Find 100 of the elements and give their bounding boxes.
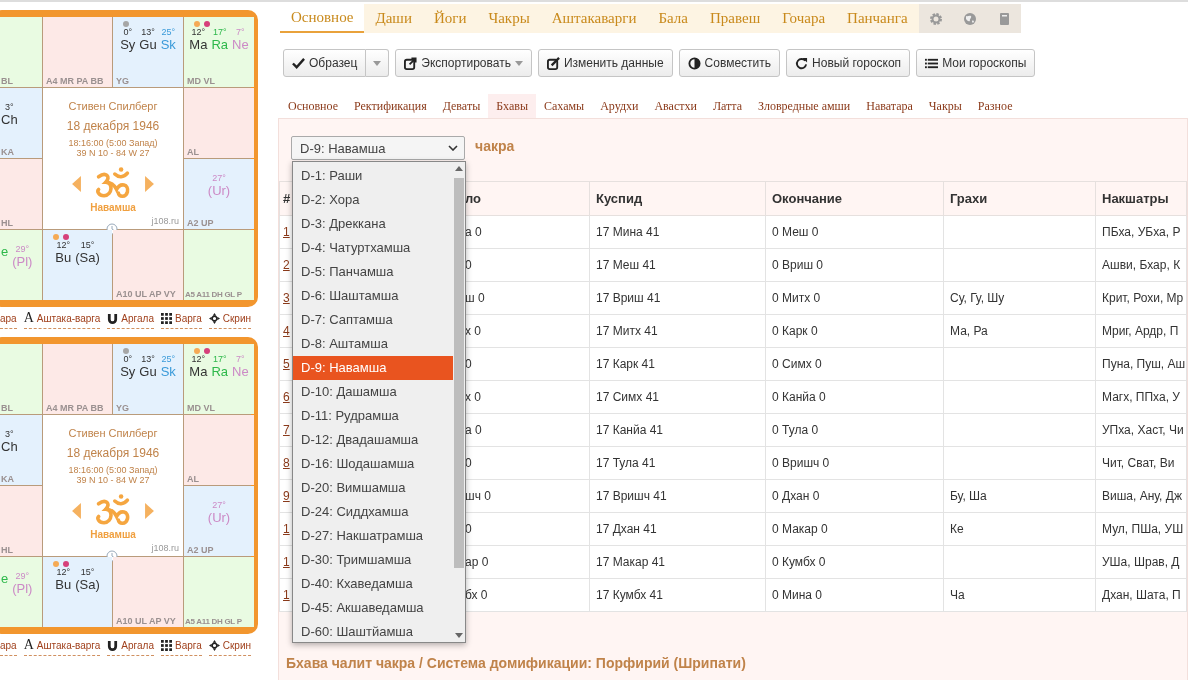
scrollbar[interactable] [453, 162, 465, 642]
row-number-link[interactable]: 3 [283, 291, 290, 305]
row-number-link[interactable]: 7 [283, 423, 290, 437]
varga-name: Навамша [90, 529, 136, 540]
row-number-link[interactable]: 1 [283, 588, 290, 602]
house-label: HL [1, 218, 13, 228]
dropdown-option[interactable]: D-6: Шаштамша [293, 284, 453, 308]
chart-tool-link[interactable]: ара [0, 637, 17, 656]
dropdown-option[interactable]: D-20: Вимшамша [293, 476, 453, 500]
house-label: A5 A11 DH GL P [185, 290, 242, 299]
dropdown-option[interactable]: D-4: Чатуртхамша [293, 236, 453, 260]
dropdown-option[interactable]: D-40: Кхаведамша [293, 572, 453, 596]
sub-tab[interactable]: Сахамы [536, 94, 593, 118]
previous-arrow-icon[interactable] [72, 176, 81, 192]
sub-tab[interactable]: Арудхи [592, 94, 647, 118]
row-number-link[interactable]: 4 [283, 324, 290, 338]
planet-degree: 12° [191, 27, 206, 37]
table-cell: Чит, Сват, Ви [1102, 456, 1175, 470]
house-label: A10 UL AP VY [116, 289, 176, 299]
planet-degree: 12° [56, 240, 71, 250]
toolbar-button[interactable]: Совместить [678, 49, 781, 77]
next-arrow-icon[interactable] [145, 176, 154, 192]
section-title: чакра [475, 137, 515, 156]
dropdown-option[interactable]: D-30: Тримшамша [293, 548, 453, 572]
house-label: A10 UL AP VY [116, 616, 176, 626]
dropdown-option[interactable]: D-9: Навамша [293, 356, 453, 380]
chart-tool-link[interactable]: ара [0, 310, 17, 329]
next-arrow-icon[interactable] [145, 503, 154, 519]
sub-tab[interactable]: Наватара [858, 94, 921, 118]
sub-tab[interactable]: Основное [280, 94, 346, 118]
sub-tab[interactable]: Зловредные амши [750, 94, 859, 118]
table-cell: Пуна, Пуш, Аш [1102, 357, 1186, 371]
planet-degree: 25° [161, 27, 176, 37]
toolbar-button[interactable]: Мои гороскопы [916, 49, 1036, 77]
dropdown-option[interactable]: D-45: Акшаведамша [293, 596, 453, 620]
chart-tool-link[interactable]: Скрин [208, 310, 252, 329]
row-number-link[interactable]: 6 [283, 390, 290, 404]
sub-tab[interactable]: Бхавы [488, 94, 536, 118]
dropdown-option[interactable]: D-10: Дашамша [293, 380, 453, 404]
check-icon [292, 56, 305, 70]
chart-tool-link[interactable]: Варга [160, 637, 202, 656]
sub-tab[interactable]: Деваты [434, 94, 489, 118]
planet-name: Sy [120, 37, 136, 52]
sub-tab[interactable]: Разное [969, 94, 1021, 118]
table-cell: 17 Вриш 41 [596, 291, 661, 305]
sub-tab[interactable]: Чакры [920, 94, 970, 118]
dropdown-option[interactable]: D-12: Двадашамша [293, 428, 453, 452]
planet-name: Sk [160, 364, 176, 379]
icon-tab[interactable] [918, 4, 953, 33]
chart-tool-link[interactable]: Аргала [107, 310, 154, 329]
sub-tab[interactable]: Авастхи [646, 94, 705, 118]
dropdown-option[interactable]: D-24: Сиддхамша [293, 500, 453, 524]
birth-time: 18:16:00 (5:00 Запад) [68, 138, 158, 148]
table-cell: 0 Вришч 0 [772, 456, 830, 470]
sub-tab[interactable]: Латта [704, 94, 751, 118]
dropdown-option[interactable]: D-27: Накшатрамша [293, 524, 453, 548]
chart-tool-link[interactable]: A Аштака-варга [23, 310, 101, 329]
dropdown-option[interactable]: D-11: Рудрамша [293, 404, 453, 428]
chart-tool-link[interactable]: Аргала [107, 637, 154, 656]
toolbar-button[interactable]: Изменить данные [537, 49, 673, 77]
chart-select[interactable]: D-9: Навамша [291, 136, 465, 160]
table-cell: Ча [950, 588, 965, 602]
planet-name: Bu [55, 250, 72, 265]
toolbar-button[interactable]: Образец [283, 49, 367, 77]
scroll-down-icon[interactable] [455, 633, 463, 638]
house-label: A2 UP [187, 218, 214, 228]
planet-name: Ch [1, 112, 18, 127]
chart-tool-link[interactable]: A Аштака-варга [23, 637, 101, 656]
row-number-link[interactable]: 9 [283, 489, 290, 503]
row-number-link[interactable]: 1 [283, 225, 290, 239]
house-label: KA [1, 474, 14, 484]
planet-name: Ne [232, 364, 249, 379]
toolbar-button[interactable]: Новый гороскоп [786, 49, 911, 77]
row-number-link[interactable]: 5 [283, 357, 290, 371]
icon-tab[interactable] [986, 4, 1021, 33]
dropdown-option[interactable]: D-5: Панчамша [293, 260, 453, 284]
dropdown-option[interactable]: D-8: Аштамша [293, 332, 453, 356]
toolbar-button[interactable]: Экспортировать [395, 49, 532, 77]
table-cell: 17 Симх 41 [596, 390, 659, 404]
house-label: MD VL [187, 403, 215, 413]
sub-tab[interactable]: Ректификация [346, 94, 435, 118]
chart-tool-link[interactable]: Варга [160, 310, 202, 329]
table-cell: Су, Гу, Шу [950, 291, 1005, 305]
dropdown-option[interactable]: D-16: Шодашамша [293, 452, 453, 476]
grid-icon [160, 312, 172, 324]
dropdown-option[interactable]: D-60: Шаштйамша [293, 620, 453, 644]
chart-tool-link[interactable]: Скрин [208, 637, 252, 656]
scroll-up-icon[interactable] [455, 166, 463, 171]
row-number-link[interactable]: 2 [283, 258, 290, 272]
row-number-link[interactable]: 8 [283, 456, 290, 470]
row-number-link[interactable]: 1 [283, 555, 290, 569]
previous-arrow-icon[interactable] [72, 503, 81, 519]
table-cell: 0 Канйа 0 [772, 390, 826, 404]
birth-coordinates: 39 N 10 - 84 W 27 [76, 148, 150, 158]
list-icon [925, 56, 939, 70]
row-number-link[interactable]: 1 [283, 522, 290, 536]
planet-name: (Ur) [207, 510, 231, 525]
dropdown-option[interactable]: D-7: Саптамша [293, 308, 453, 332]
planet-degree: 3° [5, 102, 14, 112]
dropdown-toggle-button[interactable] [366, 49, 390, 77]
